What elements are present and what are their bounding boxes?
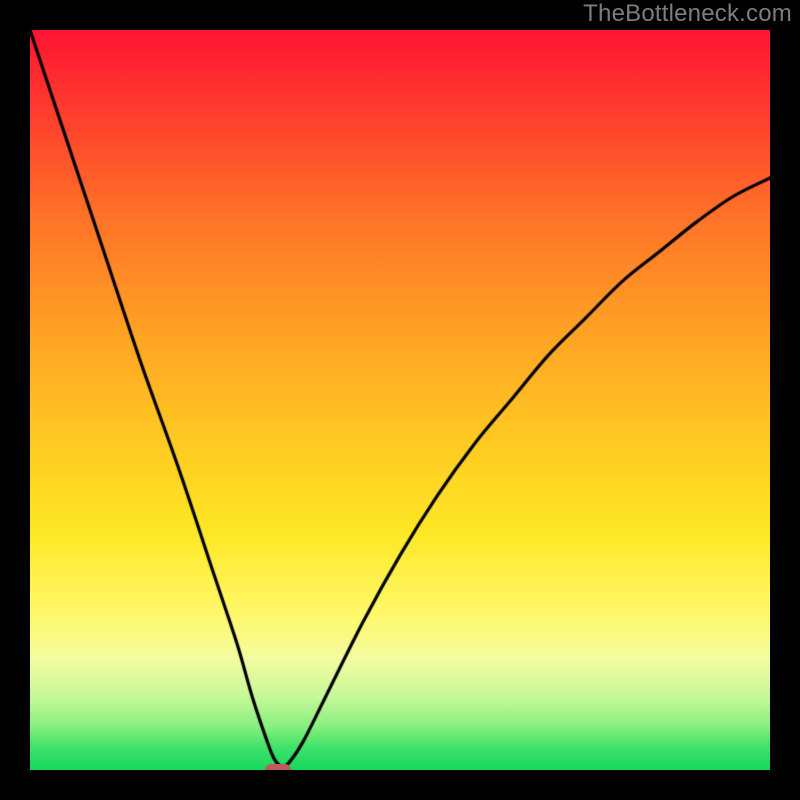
chart-frame: TheBottleneck.com — [0, 0, 800, 800]
watermark-text: TheBottleneck.com — [583, 0, 792, 28]
bottleneck-marker — [265, 764, 291, 770]
plot-area — [30, 30, 770, 770]
bottleneck-curve — [30, 30, 770, 770]
